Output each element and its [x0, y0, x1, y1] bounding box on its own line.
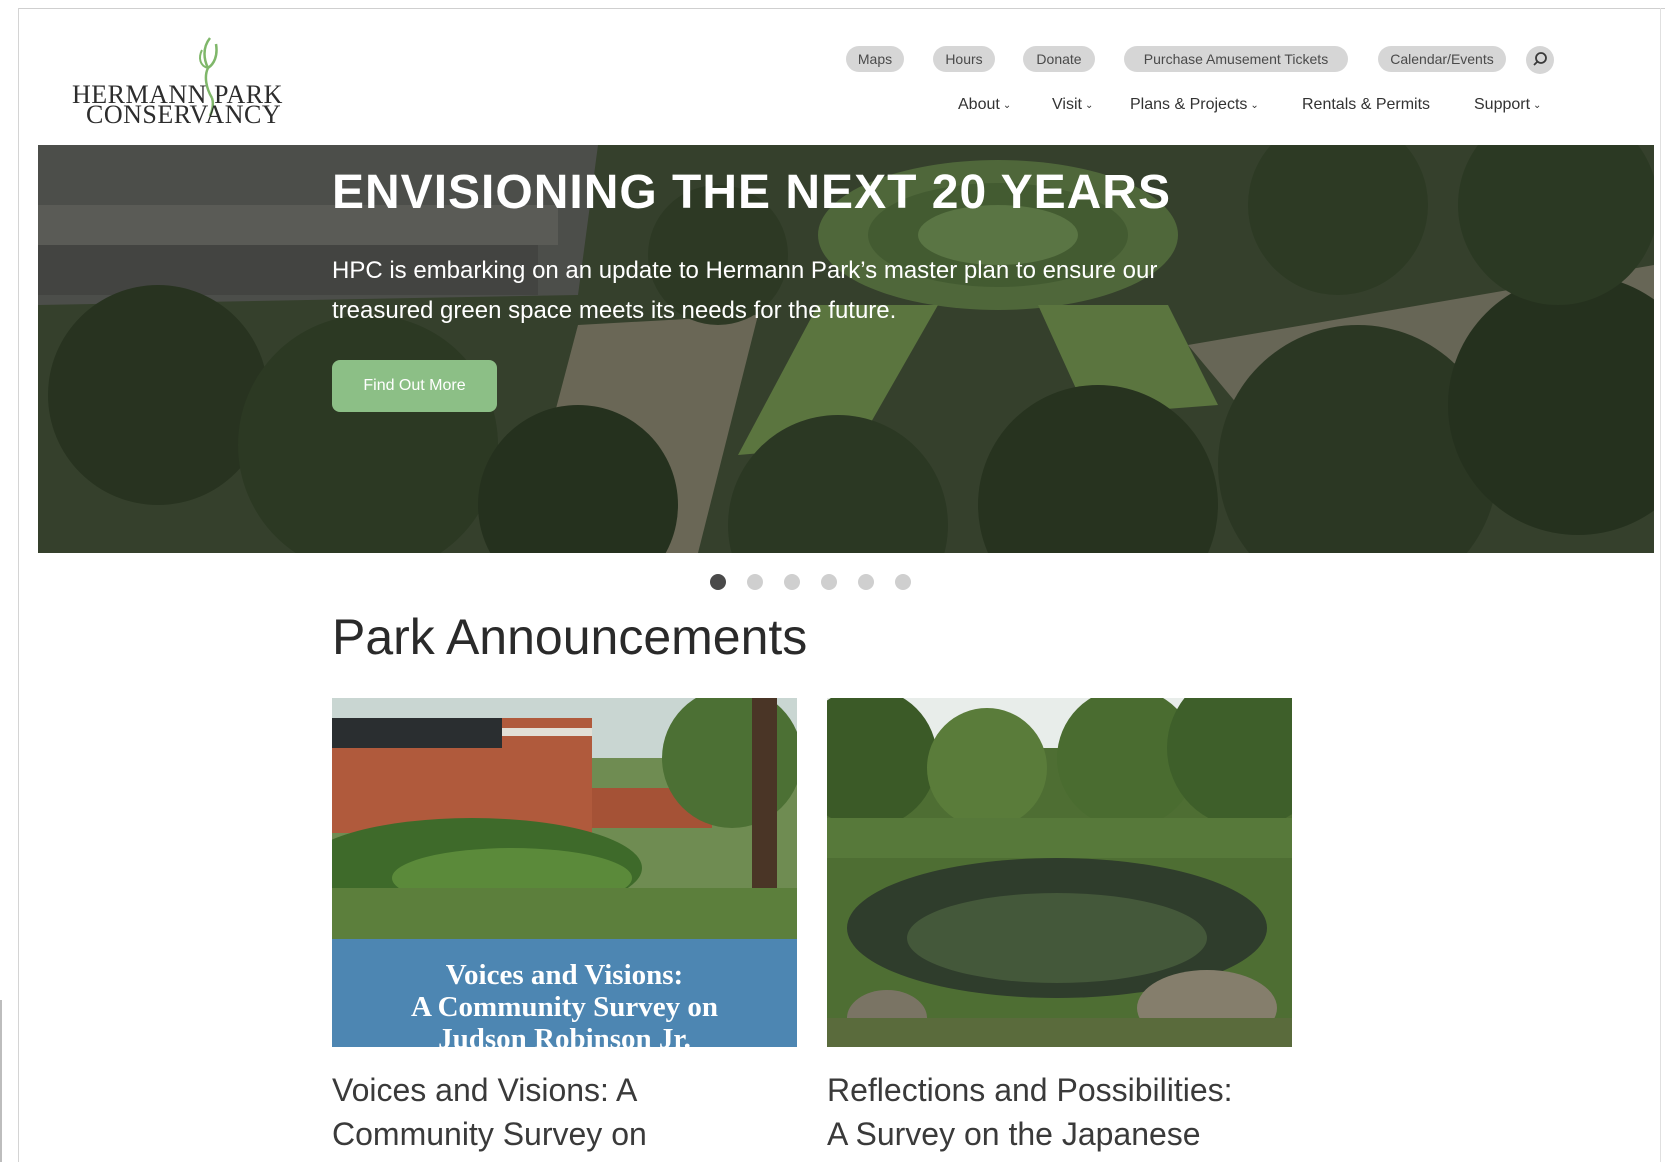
- logo-line-2: CONSERVANCY: [86, 100, 282, 129]
- announcement-card-title-1[interactable]: Voices and Visions: A Community Survey o…: [332, 1068, 802, 1156]
- card-image-banner: Voices and Visions: A Community Survey o…: [332, 939, 797, 1047]
- carousel-dot-6[interactable]: [895, 574, 911, 590]
- page-frame-right: [1660, 8, 1661, 1162]
- announcement-card-title-2[interactable]: Reflections and Possibilities: A Survey …: [827, 1068, 1297, 1156]
- card-title-line: A Survey on the Japanese: [827, 1116, 1201, 1152]
- page-frame-left: [18, 8, 19, 1162]
- search-icon: [1533, 52, 1547, 66]
- announcement-card-image-1[interactable]: Voices and Visions: A Community Survey o…: [332, 698, 797, 1047]
- nav-item-label: Support: [1474, 96, 1531, 113]
- hero-carousel-slide: ENVISIONING THE NEXT 20 YEARS HPC is emb…: [38, 145, 1654, 553]
- nav-item-plans-projects[interactable]: Plans & Projects ⌄: [1130, 96, 1259, 114]
- banner-line: A Community Survey on: [411, 991, 718, 1023]
- nav-item-visit[interactable]: Visit ⌄: [1052, 96, 1093, 114]
- search-button[interactable]: [1526, 46, 1554, 74]
- nav-item-about[interactable]: About ⌄: [958, 96, 1011, 114]
- site-logo[interactable]: HERMANN PARK CONSERVANCY: [72, 36, 292, 129]
- nav-item-support[interactable]: Support ⌄: [1474, 96, 1541, 114]
- carousel-dot-1[interactable]: [710, 574, 726, 590]
- find-out-more-button[interactable]: Find Out More: [332, 360, 497, 412]
- card-title-line: Voices and Visions: A: [332, 1072, 638, 1108]
- utility-link-hours[interactable]: Hours: [933, 46, 995, 72]
- card-title-line: Reflections and Possibilities:: [827, 1072, 1233, 1108]
- section-title: Park Announcements: [332, 609, 808, 665]
- utility-link-donate[interactable]: Donate: [1023, 46, 1095, 72]
- page-frame-edge: [0, 1000, 2, 1162]
- carousel-dot-3[interactable]: [784, 574, 800, 590]
- utility-link-maps[interactable]: Maps: [846, 46, 904, 72]
- nav-item-label: Plans & Projects: [1130, 96, 1248, 113]
- nav-item-rentals-permits[interactable]: Rentals & Permits: [1302, 96, 1430, 114]
- card-title-line: Community Survey on: [332, 1116, 647, 1152]
- banner-line: Judson Robinson Jr.: [438, 1023, 691, 1047]
- nav-item-label: Visit: [1052, 96, 1082, 113]
- chevron-down-icon: ⌄: [1002, 100, 1012, 111]
- utility-link-purchase-tickets[interactable]: Purchase Amusement Tickets: [1124, 46, 1348, 72]
- chevron-down-icon: ⌄: [1250, 100, 1259, 111]
- carousel-dot-4[interactable]: [821, 574, 837, 590]
- page-frame-top: [18, 8, 1665, 9]
- carousel-dot-5[interactable]: [858, 574, 874, 590]
- nav-item-label: Rentals & Permits: [1302, 96, 1431, 113]
- chevron-down-icon: ⌄: [1084, 100, 1094, 111]
- nav-item-label: About: [958, 96, 1000, 113]
- hero-title: ENVISIONING THE NEXT 20 YEARS: [332, 166, 1171, 219]
- utility-link-calendar-events[interactable]: Calendar/Events: [1378, 46, 1506, 72]
- carousel-dot-2[interactable]: [747, 574, 763, 590]
- banner-line: Voices and Visions:: [445, 959, 684, 991]
- hero-description: HPC is embarking on an update to Hermann…: [332, 257, 1158, 324]
- japanese-garden-pond-photo: [827, 698, 1292, 1047]
- announcement-card-image-2[interactable]: [827, 698, 1292, 1047]
- chevron-down-icon: ⌄: [1533, 100, 1542, 111]
